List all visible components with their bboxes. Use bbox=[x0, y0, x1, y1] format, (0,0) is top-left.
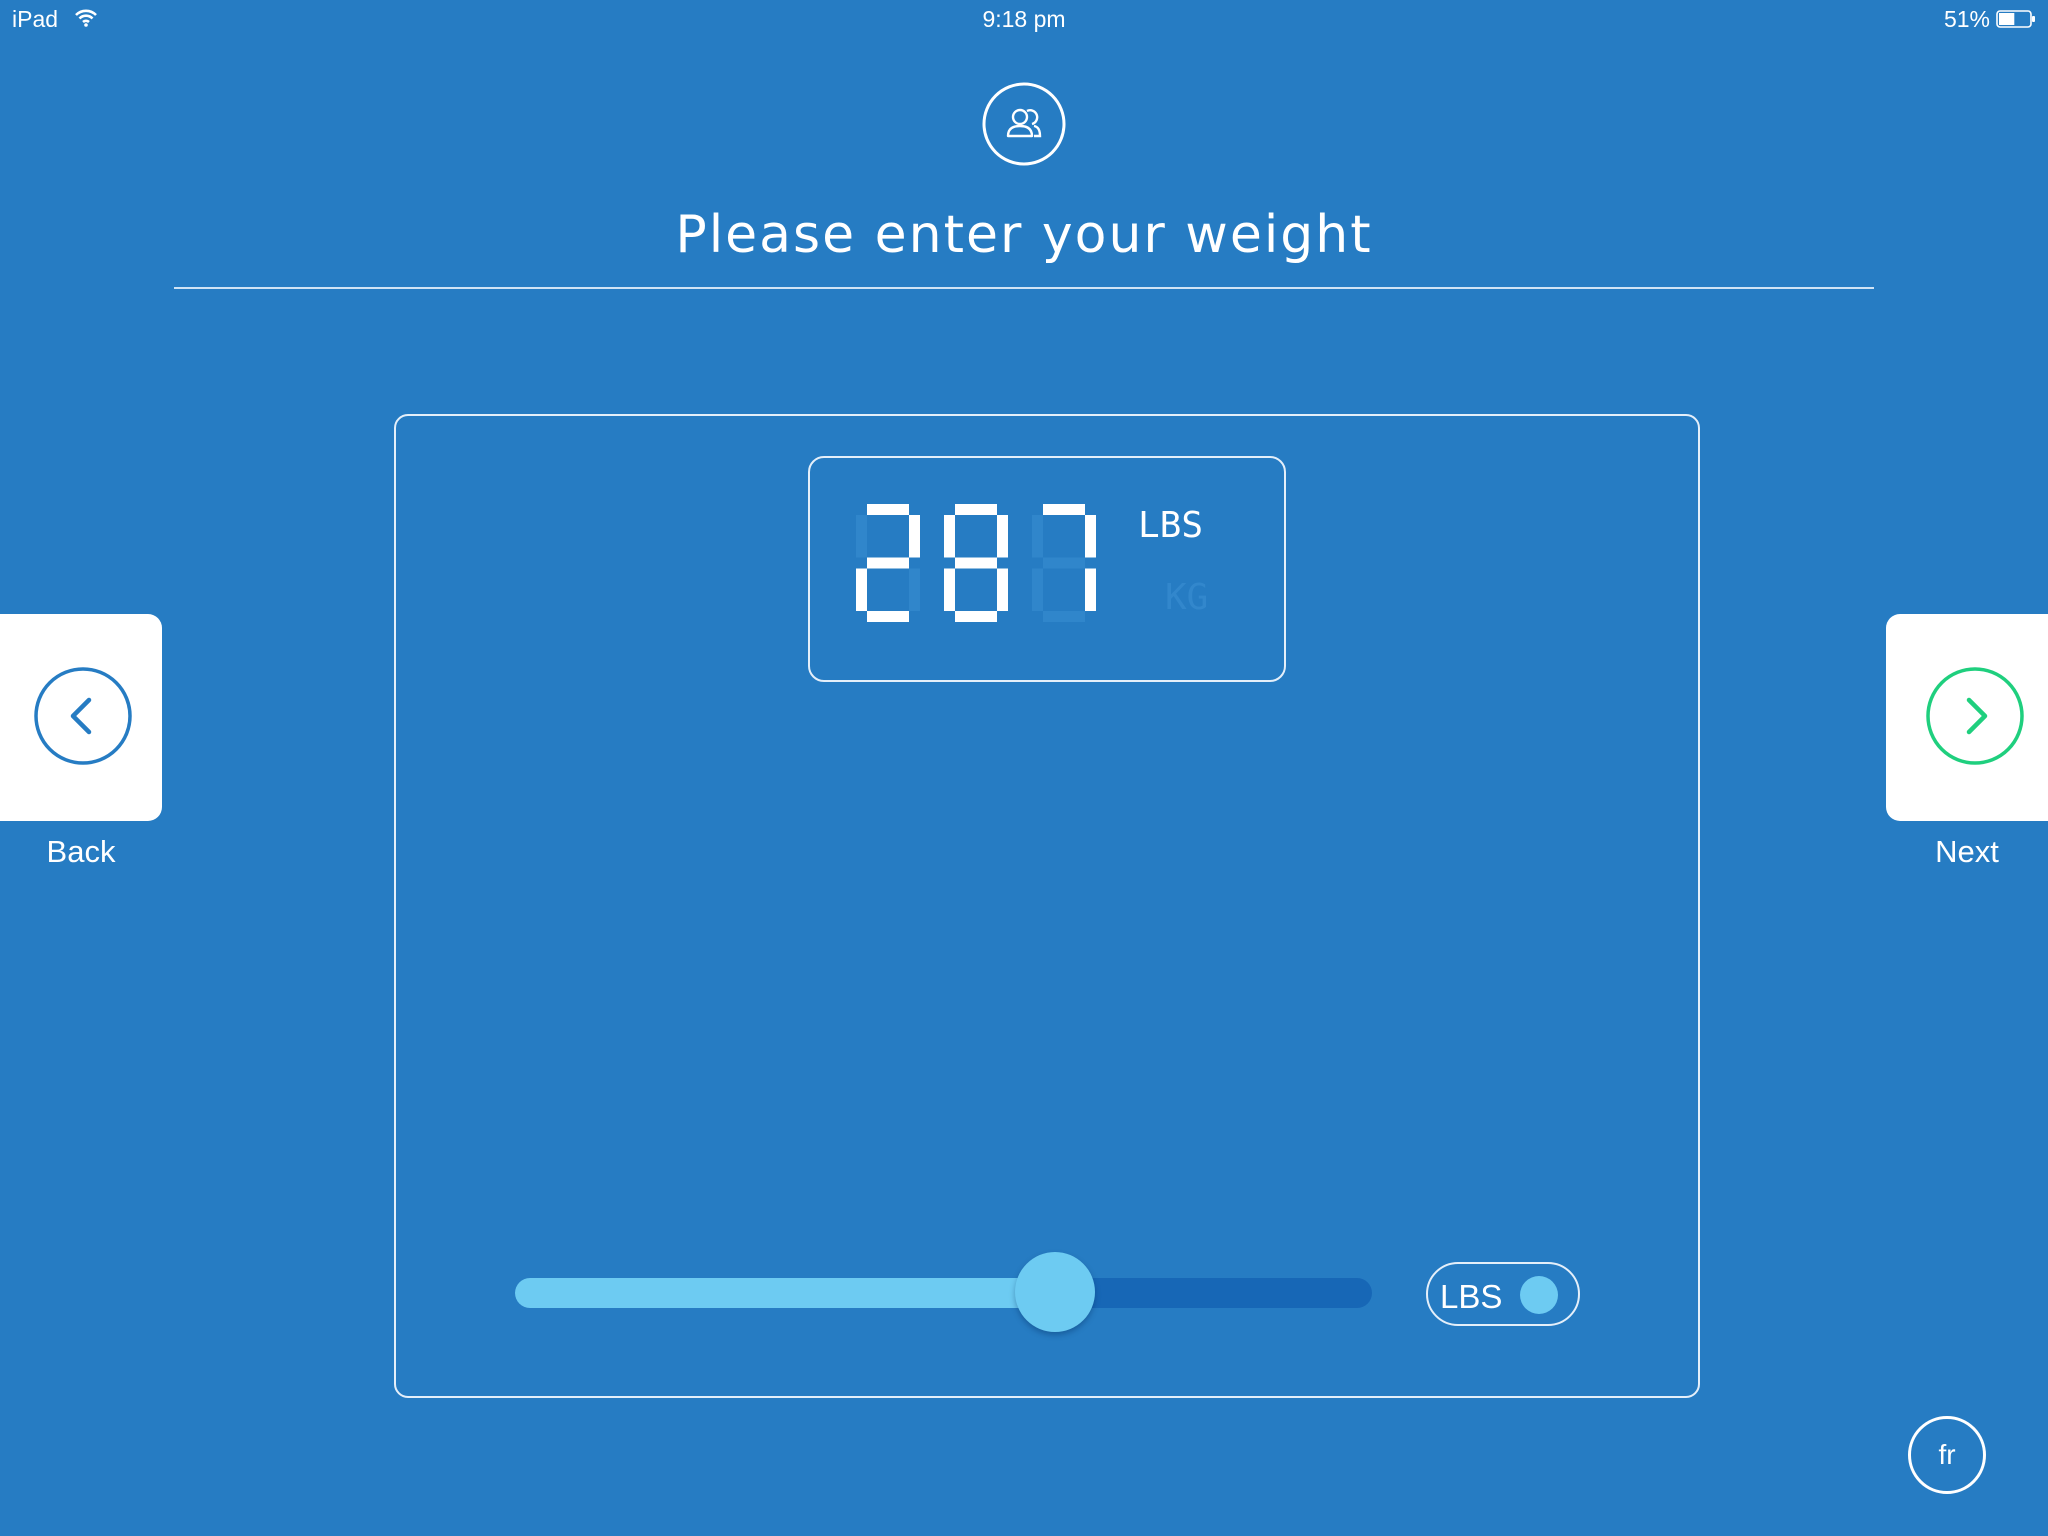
digit-segment bbox=[1032, 568, 1043, 611]
digit-segment bbox=[856, 568, 867, 611]
digit-segment bbox=[867, 504, 909, 515]
digit-segment bbox=[1043, 504, 1085, 515]
digit-segment bbox=[944, 568, 955, 611]
digit-segment bbox=[1085, 568, 1096, 611]
digit-segment bbox=[1043, 611, 1085, 622]
digit-segment bbox=[867, 557, 909, 569]
weight-slider-thumb[interactable] bbox=[1014, 1252, 1095, 1332]
digit-segment bbox=[1085, 515, 1096, 558]
next-button[interactable] bbox=[1886, 614, 2048, 821]
unit-toggle-knob bbox=[1520, 1276, 1558, 1314]
digit-segment bbox=[909, 568, 920, 611]
user-group-icon bbox=[982, 82, 1066, 166]
digit-segment bbox=[1043, 557, 1085, 569]
digit-segment bbox=[955, 557, 997, 569]
status-time: 9:18 pm bbox=[982, 6, 1066, 32]
battery-icon bbox=[1996, 10, 2035, 28]
digit-segment bbox=[997, 515, 1008, 558]
unit-toggle-label: LBS bbox=[1440, 1278, 1503, 1315]
digit-segment bbox=[909, 515, 920, 558]
language-button[interactable]: fr bbox=[1908, 1416, 1986, 1494]
next-label[interactable]: Next bbox=[1886, 834, 2048, 870]
unit-lbs-text: LBS bbox=[1138, 505, 1203, 543]
chevron-left-icon bbox=[34, 667, 132, 765]
unit-kg-indicator: KG bbox=[1165, 577, 1208, 615]
back-label[interactable]: Back bbox=[0, 834, 162, 870]
digit-segment bbox=[867, 611, 909, 622]
digit-segment bbox=[1032, 515, 1043, 558]
weight-digit bbox=[856, 504, 920, 622]
digit-segment bbox=[997, 568, 1008, 611]
weight-digit bbox=[944, 504, 1008, 622]
page-title: Please enter your weight bbox=[675, 205, 1373, 265]
unit-toggle[interactable]: LBS bbox=[1426, 1262, 1580, 1326]
title-divider bbox=[174, 287, 1874, 289]
digit-segment bbox=[944, 515, 955, 558]
digit-segment bbox=[856, 515, 867, 558]
unit-kg-text: KG bbox=[1165, 577, 1208, 615]
digit-segment bbox=[955, 504, 997, 515]
weight-slider-fill bbox=[515, 1278, 1055, 1308]
chevron-right-icon bbox=[1926, 667, 2024, 765]
weight-digit bbox=[1032, 504, 1096, 622]
weight-value-display bbox=[856, 504, 1096, 622]
digit-segment bbox=[955, 611, 997, 622]
back-button[interactable] bbox=[0, 614, 162, 821]
battery-percentage: 51% bbox=[1943, 6, 1990, 32]
unit-lbs-indicator: LBS bbox=[1138, 505, 1203, 543]
